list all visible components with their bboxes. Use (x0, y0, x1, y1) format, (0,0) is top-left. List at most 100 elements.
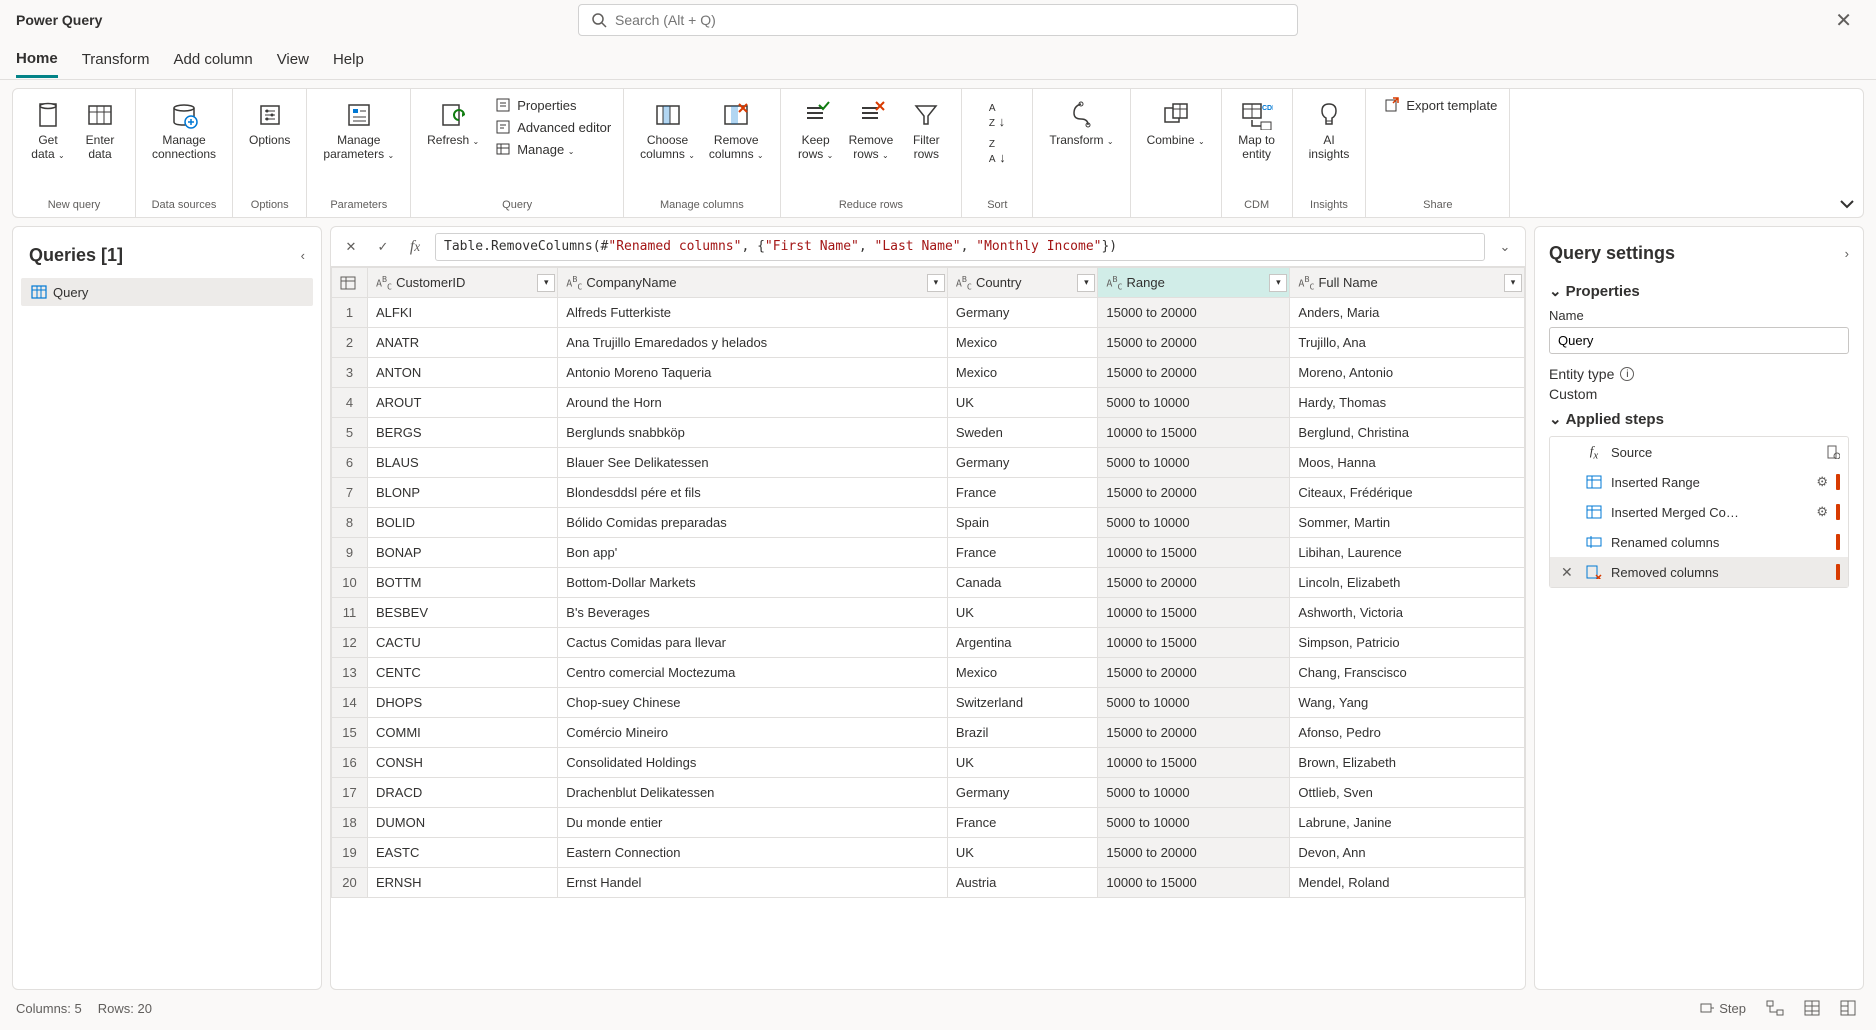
table-row[interactable]: 1ALFKIAlfreds FutterkisteGermany15000 to… (332, 298, 1525, 328)
table-row[interactable]: 10BOTTMBottom-Dollar MarketsCanada15000 … (332, 568, 1525, 598)
column-header-companyname[interactable]: ABC CompanyName▾ (558, 268, 948, 298)
close-button[interactable]: ✕ (1827, 4, 1860, 37)
ribbon-stack-export[interactable]: Export template (1382, 95, 1499, 115)
cell[interactable]: DUMON (368, 808, 558, 838)
step-removed-columns[interactable]: ✕Removed columns (1550, 557, 1848, 587)
cell[interactable]: France (947, 538, 1098, 568)
cell[interactable]: BONAP (368, 538, 558, 568)
row-number[interactable]: 6 (332, 448, 368, 478)
column-header-full name[interactable]: ABC Full Name▾ (1290, 268, 1525, 298)
cell[interactable]: Sommer, Martin (1290, 508, 1525, 538)
ribbon-btn-transform[interactable]: Transform ⌄ (1043, 95, 1119, 151)
cell[interactable]: 5000 to 10000 (1098, 388, 1290, 418)
ribbon-btn-remove-rows[interactable]: Removerows ⌄ (843, 95, 900, 166)
fx-icon[interactable]: fx (403, 235, 427, 259)
collapse-queries-icon[interactable]: ‹ (301, 248, 305, 263)
cell[interactable]: Switzerland (947, 688, 1098, 718)
cell[interactable]: 10000 to 15000 (1098, 418, 1290, 448)
step-button[interactable]: Step (1695, 996, 1750, 1020)
cell[interactable]: DRACD (368, 778, 558, 808)
cell[interactable]: BLAUS (368, 448, 558, 478)
formula-input[interactable]: Table.RemoveColumns(#"Renamed columns", … (435, 233, 1485, 261)
row-number[interactable]: 15 (332, 718, 368, 748)
column-header-country[interactable]: ABC Country▾ (947, 268, 1098, 298)
column-filter-icon[interactable]: ▾ (1504, 274, 1522, 292)
cell[interactable]: BOLID (368, 508, 558, 538)
table-corner[interactable] (332, 268, 368, 298)
cell[interactable]: Mexico (947, 358, 1098, 388)
cell[interactable]: Du monde entier (558, 808, 948, 838)
ribbon-btn-filter[interactable]: Filterrows (901, 95, 951, 166)
row-number[interactable]: 16 (332, 748, 368, 778)
cell[interactable]: Brown, Elizabeth (1290, 748, 1525, 778)
gear-icon[interactable]: ⚙ (1816, 474, 1828, 490)
ribbon-btn-refresh[interactable]: Refresh ⌄ (421, 95, 485, 151)
formula-expand-icon[interactable]: ⌄ (1493, 235, 1517, 259)
query-name-input[interactable] (1549, 327, 1849, 354)
table-row[interactable]: 13CENTCCentro comercial MoctezumaMexico1… (332, 658, 1525, 688)
column-filter-icon[interactable]: ▾ (537, 274, 555, 292)
cell[interactable]: 15000 to 20000 (1098, 658, 1290, 688)
cell[interactable]: 15000 to 20000 (1098, 478, 1290, 508)
cell[interactable]: UK (947, 388, 1098, 418)
ribbon-btn-remove-cols[interactable]: Removecolumns ⌄ (703, 95, 770, 166)
row-number[interactable]: 17 (332, 778, 368, 808)
step-inserted-range[interactable]: Inserted Range⚙ (1550, 467, 1848, 497)
ribbon-btn-keep-rows[interactable]: Keeprows ⌄ (791, 95, 841, 166)
menu-add-column[interactable]: Add column (173, 43, 252, 76)
cell[interactable]: 5000 to 10000 (1098, 808, 1290, 838)
ribbon-btn-cdm[interactable]: CDMMap toentity (1232, 95, 1282, 166)
cell[interactable]: CENTC (368, 658, 558, 688)
row-number[interactable]: 12 (332, 628, 368, 658)
cell[interactable]: Berglunds snabbköp (558, 418, 948, 448)
table-row[interactable]: 8BOLIDBólido Comidas preparadasSpain5000… (332, 508, 1525, 538)
cell[interactable]: 5000 to 10000 (1098, 448, 1290, 478)
cell[interactable]: 15000 to 20000 (1098, 838, 1290, 868)
row-number[interactable]: 7 (332, 478, 368, 508)
menu-home[interactable]: Home (16, 42, 58, 78)
ribbon-btn-enter-data[interactable]: Enterdata (75, 95, 125, 166)
table-row[interactable]: 18DUMONDu monde entierFrance5000 to 1000… (332, 808, 1525, 838)
cell[interactable]: Consolidated Holdings (558, 748, 948, 778)
cell[interactable]: Drachenblut Delikatessen (558, 778, 948, 808)
cell[interactable]: Bottom-Dollar Markets (558, 568, 948, 598)
ribbon-expand-icon[interactable] (1831, 191, 1863, 217)
cell[interactable]: Chop-suey Chinese (558, 688, 948, 718)
row-number[interactable]: 5 (332, 418, 368, 448)
cell[interactable]: Mexico (947, 328, 1098, 358)
column-header-range[interactable]: ABC Range▾ (1098, 268, 1290, 298)
row-number[interactable]: 9 (332, 538, 368, 568)
cell[interactable]: Moos, Hanna (1290, 448, 1525, 478)
cell[interactable]: Antonio Moreno Taqueria (558, 358, 948, 388)
cell[interactable]: Citeaux, Frédérique (1290, 478, 1525, 508)
cell[interactable]: Moreno, Antonio (1290, 358, 1525, 388)
cell[interactable]: BOTTM (368, 568, 558, 598)
table-row[interactable]: 5BERGSBerglunds snabbköpSweden10000 to 1… (332, 418, 1525, 448)
cell[interactable]: 15000 to 20000 (1098, 328, 1290, 358)
cell[interactable]: Hardy, Thomas (1290, 388, 1525, 418)
table-row[interactable]: 15COMMIComércio MineiroBrazil15000 to 20… (332, 718, 1525, 748)
table-row[interactable]: 19EASTCEastern ConnectionUK15000 to 2000… (332, 838, 1525, 868)
row-number[interactable]: 10 (332, 568, 368, 598)
cell[interactable]: Alfreds Futterkiste (558, 298, 948, 328)
ribbon-btn-sort[interactable]: AZ ↓ ZA ↓ (972, 95, 1022, 169)
info-icon[interactable]: i (1620, 367, 1634, 381)
cell[interactable]: Brazil (947, 718, 1098, 748)
table-view-button[interactable] (1800, 996, 1824, 1020)
cell[interactable]: CONSH (368, 748, 558, 778)
cell[interactable]: B's Beverages (558, 598, 948, 628)
cell[interactable]: 10000 to 15000 (1098, 538, 1290, 568)
cell[interactable]: Lincoln, Elizabeth (1290, 568, 1525, 598)
diagram-view-button[interactable] (1762, 996, 1788, 1020)
ribbon-btn-connections[interactable]: Manageconnections (146, 95, 222, 166)
cell[interactable]: 5000 to 10000 (1098, 688, 1290, 718)
split-view-button[interactable] (1836, 996, 1860, 1020)
cell[interactable]: Spain (947, 508, 1098, 538)
cell[interactable]: Eastern Connection (558, 838, 948, 868)
ribbon-stack-props[interactable]: Properties (493, 95, 613, 115)
cell[interactable]: Berglund, Christina (1290, 418, 1525, 448)
query-item[interactable]: Query (21, 278, 313, 306)
row-number[interactable]: 18 (332, 808, 368, 838)
ribbon-stack-adv-editor[interactable]: Advanced editor (493, 117, 613, 137)
cell[interactable]: DHOPS (368, 688, 558, 718)
